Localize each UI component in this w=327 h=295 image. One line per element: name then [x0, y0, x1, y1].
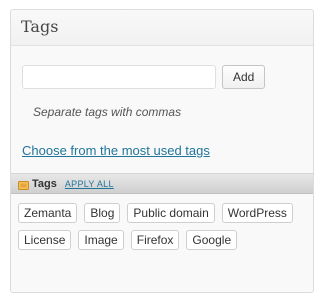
apply-all-link[interactable]: APPLY ALL — [65, 179, 114, 189]
suggestions-title: Tags — [32, 177, 57, 190]
tag-chip-zemanta[interactable]: Zemanta — [18, 203, 78, 223]
tag-chip-firefox[interactable]: Firefox — [130, 230, 180, 250]
tags-panel: Tags Add Separate tags with commas Choos… — [10, 9, 314, 293]
tag-chip-blog[interactable]: Blog — [84, 203, 121, 223]
tag-chip-wordpress[interactable]: WordPress — [221, 203, 293, 223]
tags-hint: Separate tags with commas — [33, 105, 182, 119]
suggested-tags: Zemanta Blog Public domain WordPress Lic… — [18, 203, 308, 250]
tag-input[interactable] — [22, 65, 216, 89]
panel-header: Tags — [11, 10, 313, 46]
suggestions-bar: Tags APPLY ALL — [11, 173, 313, 194]
tag-entry-row: Add — [22, 65, 266, 89]
tag-chip-public-domain[interactable]: Public domain — [127, 203, 215, 223]
add-button[interactable]: Add — [222, 65, 266, 89]
tag-chip-google[interactable]: Google — [186, 230, 238, 250]
panel-title: Tags — [21, 17, 59, 36]
tag-chip-license[interactable]: License — [18, 230, 72, 250]
most-used-tags-link[interactable]: Choose from the most used tags — [22, 143, 210, 158]
tag-icon — [18, 178, 29, 190]
tag-chip-image[interactable]: Image — [78, 230, 124, 250]
